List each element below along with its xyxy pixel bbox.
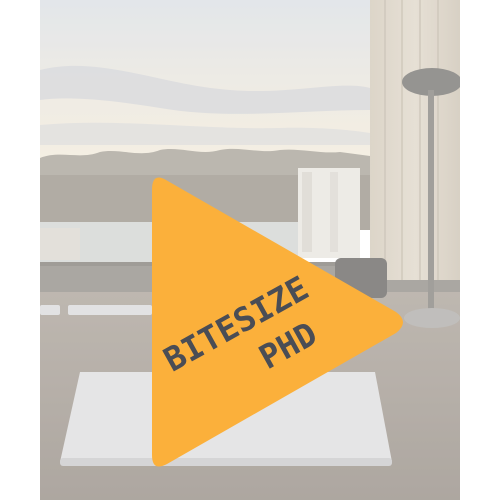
bitesize-phd-logo: BITESIZE PHD xyxy=(0,0,500,500)
